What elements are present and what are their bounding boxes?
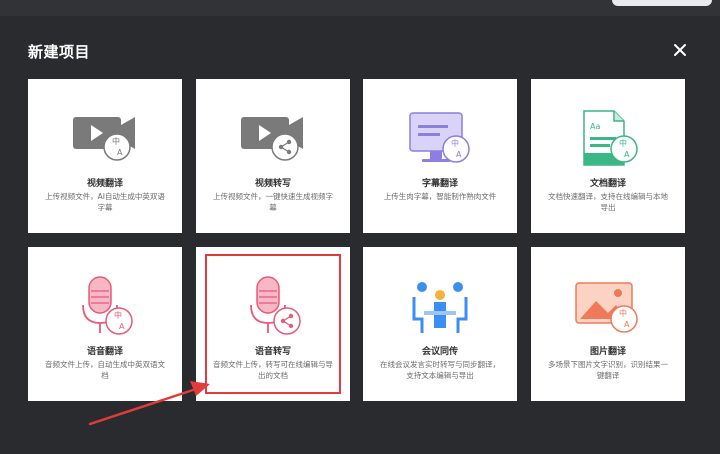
card-meeting-interpret[interactable]: 会议同传 在线会议发言实时转写与同步翻译，支持文本编辑与导出 xyxy=(363,247,517,401)
card-description: 上传视频文件，AI自动生成中英双语字幕 xyxy=(45,192,165,212)
card-title: 语音翻译 xyxy=(86,347,123,357)
card-video-translate[interactable]: 中 A 视频翻译 上传视频文件，AI自动生成中英双语字幕 xyxy=(28,79,182,233)
card-title: 视频转写 xyxy=(254,179,291,189)
card-description: 文档快速翻译，支持在线编辑与本地导出 xyxy=(548,192,668,212)
top-bar-pill xyxy=(612,0,712,6)
image-translate-icon: 中 A xyxy=(575,282,638,333)
voice-transcribe-icon xyxy=(250,276,301,335)
svg-text:A: A xyxy=(119,322,125,331)
card-title: 文档翻译 xyxy=(589,179,626,189)
card-title: 语音转写 xyxy=(254,347,291,357)
card-description: 多场景下图片文字识别，识别结果一键翻译 xyxy=(548,360,668,380)
card-description: 上传生肉字幕，智能制作熟肉文件 xyxy=(383,192,497,201)
svg-text:中: 中 xyxy=(619,138,627,148)
card-voice-translate[interactable]: 中 A 语音翻译 音频文件上传，自动生成中英双语文档 xyxy=(28,247,182,401)
voice-translate-icon: 中 A xyxy=(82,276,133,335)
svg-text:A: A xyxy=(624,150,630,159)
svg-text:中: 中 xyxy=(112,136,120,146)
card-image-translate[interactable]: 中 A 图片翻译 多场景下图片文字识别，识别结果一键翻译 xyxy=(531,247,685,401)
card-document-translate[interactable]: Aa 中 A 文档翻译 文档快速翻译，支持在线编辑与本地导出 xyxy=(531,79,685,233)
svg-text:A: A xyxy=(456,150,462,159)
card-description: 上传视频文件，一键快速生成视频字幕 xyxy=(213,192,333,212)
card-title: 字幕翻译 xyxy=(421,179,458,189)
video-translate-icon: 中 A xyxy=(73,117,135,161)
card-description: 在线会议发言实时转写与同步翻译，支持文本编辑与导出 xyxy=(380,360,500,380)
svg-text:中: 中 xyxy=(114,310,122,320)
card-title: 会议同传 xyxy=(421,347,458,357)
svg-text:中: 中 xyxy=(451,138,459,148)
card-description: 音频文件上传，自动生成中英双语文档 xyxy=(45,360,165,380)
meeting-interpret-icon xyxy=(412,282,468,333)
card-title: 视频翻译 xyxy=(86,179,123,189)
svg-text:A: A xyxy=(117,148,123,157)
dialog-title: 新建项目 xyxy=(28,43,91,61)
card-description: 音频文件上传，转写可在线编辑与导出的文档 xyxy=(213,360,333,380)
card-subtitle-translate[interactable]: 中 A 字幕翻译 上传生肉字幕，智能制作熟肉文件 xyxy=(363,79,517,233)
document-translate-icon: Aa 中 A xyxy=(583,110,638,166)
card-video-transcribe[interactable]: 视频转写 上传视频文件，一键快速生成视频字幕 xyxy=(196,79,350,233)
svg-text:A: A xyxy=(624,320,630,329)
card-title: 图片翻译 xyxy=(589,347,626,357)
video-transcribe-icon xyxy=(241,117,303,161)
svg-text:中: 中 xyxy=(619,308,627,318)
card-voice-transcribe[interactable]: 语音转写 音频文件上传，转写可在线编辑与导出的文档 xyxy=(196,247,350,401)
svg-text:Aa: Aa xyxy=(590,122,600,131)
subtitle-translate-icon: 中 A xyxy=(409,112,470,163)
top-bar xyxy=(0,0,720,16)
close-icon xyxy=(674,44,686,56)
close-button[interactable] xyxy=(668,38,692,62)
